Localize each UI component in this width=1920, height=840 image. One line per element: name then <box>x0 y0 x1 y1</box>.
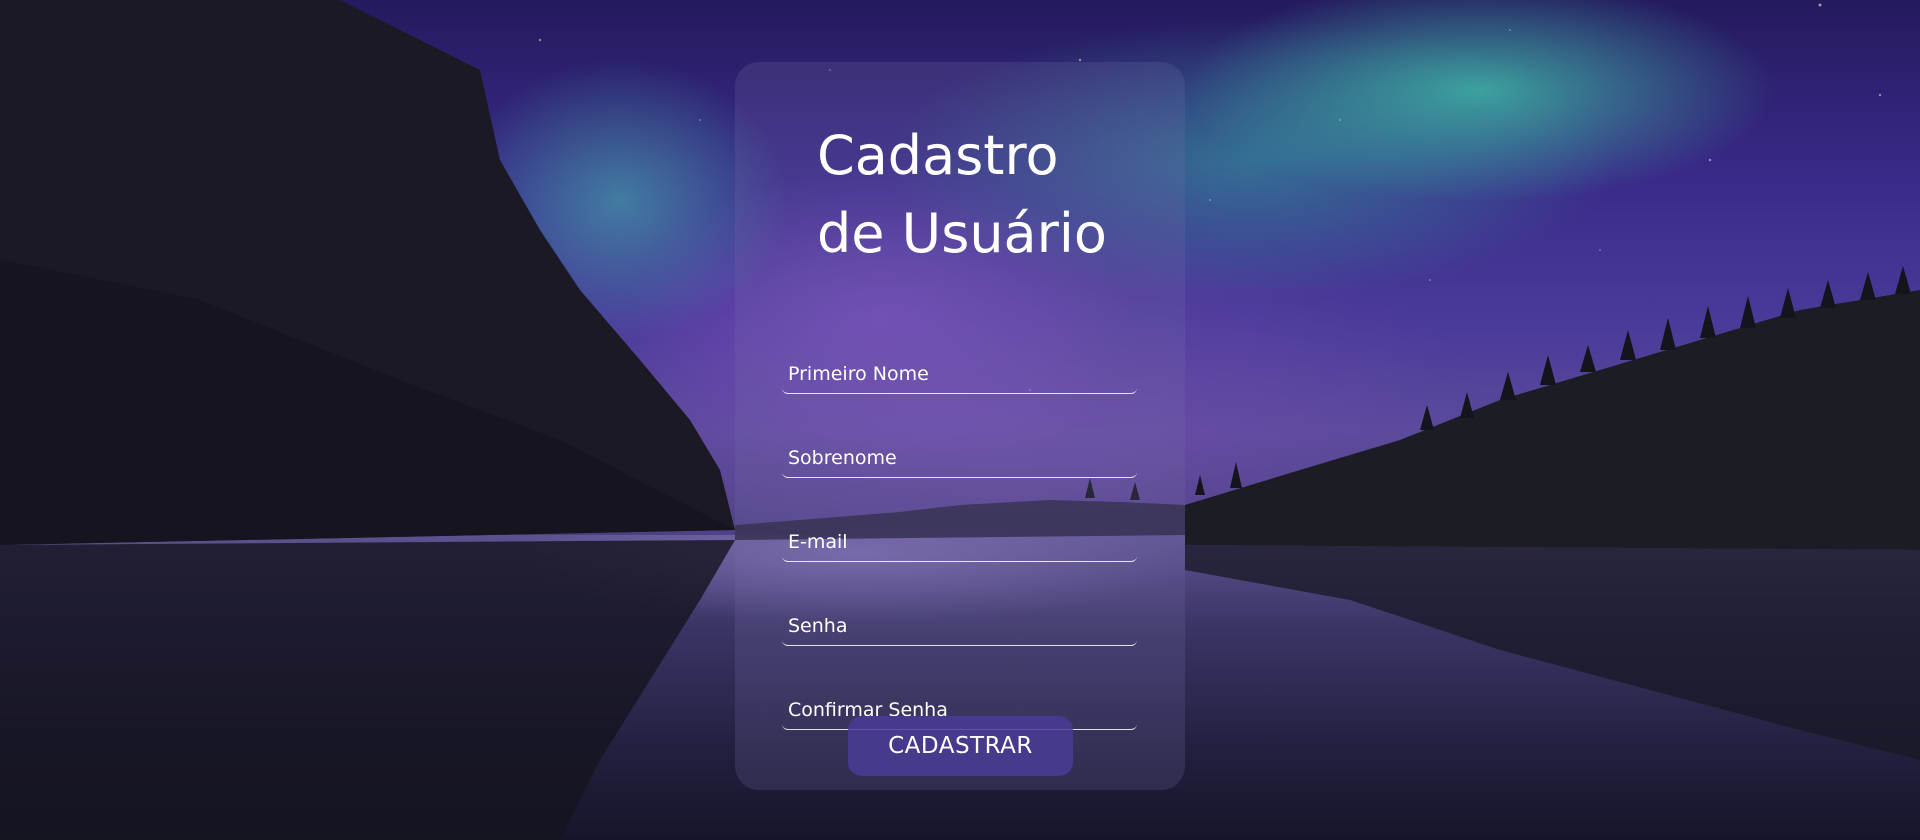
password-field-wrapper <box>782 607 1137 646</box>
page-title: Cadastro de Usuário <box>817 117 1107 273</box>
last-name-input[interactable] <box>782 439 1137 477</box>
first-name-field-wrapper <box>782 355 1137 394</box>
email-input[interactable] <box>782 523 1137 561</box>
right-hill <box>1185 290 1920 550</box>
cliff-reflection <box>0 540 735 840</box>
hill-reflection <box>1185 545 1920 760</box>
email-field-wrapper <box>782 523 1137 562</box>
signup-card: Cadastro de Usuário CADASTRAR <box>735 62 1185 790</box>
submit-button[interactable]: CADASTRAR <box>848 716 1073 776</box>
first-name-input[interactable] <box>782 355 1137 393</box>
last-name-field-wrapper <box>782 439 1137 478</box>
background-scene: Cadastro de Usuário CADASTRAR <box>0 0 1920 840</box>
title-line-1: Cadastro <box>817 124 1059 187</box>
password-input[interactable] <box>782 607 1137 645</box>
title-line-2: de Usuário <box>817 202 1107 265</box>
